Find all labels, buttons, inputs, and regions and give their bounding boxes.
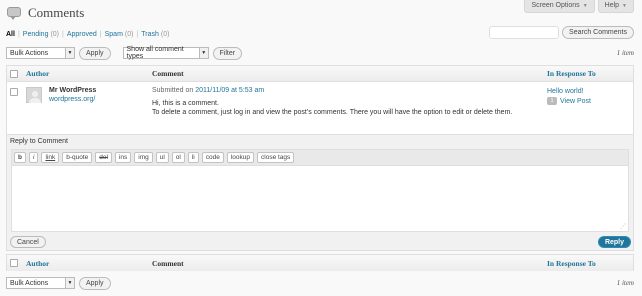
search-input[interactable] xyxy=(489,26,560,39)
screen-meta-links: Screen Options ▼ Help ▼ xyxy=(524,0,634,13)
search-comments-button[interactable]: Search Comments xyxy=(562,26,634,39)
qt-li-button[interactable]: li xyxy=(187,152,199,163)
page-title: Comments xyxy=(28,5,85,20)
select-all-checkbox[interactable] xyxy=(10,259,18,267)
comment-count-badge[interactable]: 1 xyxy=(547,97,557,105)
column-comment: Comment xyxy=(152,69,184,78)
search-box: Search Comments xyxy=(489,26,634,39)
qt-link-button[interactable]: link xyxy=(41,152,60,163)
column-in-response-to[interactable]: In Response To xyxy=(547,259,596,268)
bulk-actions-select[interactable]: Bulk Actions ▼ xyxy=(6,277,75,289)
table-footer: Author Comment In Response To xyxy=(6,254,634,271)
item-count: 1 item xyxy=(616,279,634,287)
apply-button[interactable]: Apply xyxy=(79,276,111,290)
qt-del-button[interactable]: del xyxy=(95,152,112,163)
submitted-on: Submitted on 2011/11/09 at 5:53 am xyxy=(152,87,265,94)
cancel-button[interactable]: Cancel xyxy=(10,236,46,248)
comment-type-select[interactable]: Show all comment types ▼ xyxy=(122,46,209,60)
qt-ins-button[interactable]: ins xyxy=(114,152,132,163)
view-post-link[interactable]: View Post xyxy=(560,98,591,105)
reply-textarea[interactable]: ⋰ xyxy=(11,165,629,232)
comment-text-line: To delete a comment, just log in and vie… xyxy=(152,109,513,116)
bulk-actions-select[interactable]: Bulk Actions ▼ xyxy=(6,47,75,59)
help-tab[interactable]: Help ▼ xyxy=(597,0,634,13)
qt-lookup-button[interactable]: lookup xyxy=(226,152,255,163)
qt-blockquote-button[interactable]: b-quote xyxy=(62,152,93,163)
item-count: 1 item xyxy=(616,49,634,57)
qt-ul-button[interactable]: ul xyxy=(155,152,169,163)
quicktags-toolbar: b i link b-quote del ins img ul ol li co… xyxy=(11,149,629,165)
chevron-down-icon: ▼ xyxy=(65,278,74,288)
qt-ol-button[interactable]: ol xyxy=(171,152,185,163)
tablenav-top: Bulk Actions ▼ Apply Show all comment ty… xyxy=(6,46,634,60)
column-author[interactable]: Author xyxy=(26,69,49,78)
chevron-down-icon: ▼ xyxy=(198,48,208,58)
comment-author-name: Mr WordPress xyxy=(49,87,97,94)
filter-approved[interactable]: Approved xyxy=(67,31,97,38)
qt-bold-button[interactable]: b xyxy=(14,152,26,163)
column-in-response-to[interactable]: In Response To xyxy=(547,69,596,78)
page-header: Comments xyxy=(6,5,84,21)
chevron-down-icon: ▼ xyxy=(65,48,74,58)
comments-icon xyxy=(6,6,22,21)
comment-author-url[interactable]: wordpress.org/ xyxy=(49,96,95,103)
filter-all[interactable]: All xyxy=(6,31,15,38)
row-checkbox[interactable] xyxy=(10,88,18,96)
filter-button[interactable]: Filter xyxy=(212,46,243,60)
qt-close-tags-button[interactable]: close tags xyxy=(257,152,295,163)
comment-text-line: Hi, this is a comment. xyxy=(152,100,219,107)
qt-img-button[interactable]: img xyxy=(134,152,153,163)
screen-options-tab[interactable]: Screen Options ▼ xyxy=(524,0,595,13)
table-header: Author Comment In Response To xyxy=(7,66,633,82)
reply-panel: Reply to Comment b i link b-quote del in… xyxy=(6,134,634,251)
tablenav-bottom: Bulk Actions ▼ Apply 1 item xyxy=(6,276,634,290)
filter-pending[interactable]: Pending (0) xyxy=(23,31,59,38)
status-filters: All | Pending (0) | Approved | Spam (0) … xyxy=(6,31,170,38)
comments-table: Author Comment In Response To Mr WordPre… xyxy=(6,65,634,135)
reply-button[interactable]: Reply xyxy=(597,236,631,248)
resize-handle-icon[interactable]: ⋰ xyxy=(620,223,626,230)
column-comment: Comment xyxy=(152,258,184,268)
qt-italic-button[interactable]: i xyxy=(28,152,39,163)
chevron-down-icon: ▼ xyxy=(622,2,627,9)
filter-spam[interactable]: Spam (0) xyxy=(105,31,134,38)
avatar xyxy=(26,87,42,103)
comment-date-link[interactable]: 2011/11/09 at 5:53 am xyxy=(195,87,264,94)
screen-options-label: Screen Options xyxy=(531,2,580,9)
filter-trash[interactable]: Trash (0) xyxy=(141,31,169,38)
reply-heading: Reply to Comment xyxy=(10,138,68,145)
response-post-link[interactable]: Hello world! xyxy=(547,88,584,95)
post-comment-count: 1 View Post xyxy=(547,97,591,105)
table-row: Mr WordPress wordpress.org/ Submitted on… xyxy=(7,82,633,134)
qt-code-button[interactable]: code xyxy=(201,152,224,163)
column-author[interactable]: Author xyxy=(26,259,49,268)
apply-button[interactable]: Apply xyxy=(79,46,111,60)
select-all-checkbox[interactable] xyxy=(10,69,18,78)
chevron-down-icon: ▼ xyxy=(582,2,588,9)
help-label: Help xyxy=(604,2,620,9)
